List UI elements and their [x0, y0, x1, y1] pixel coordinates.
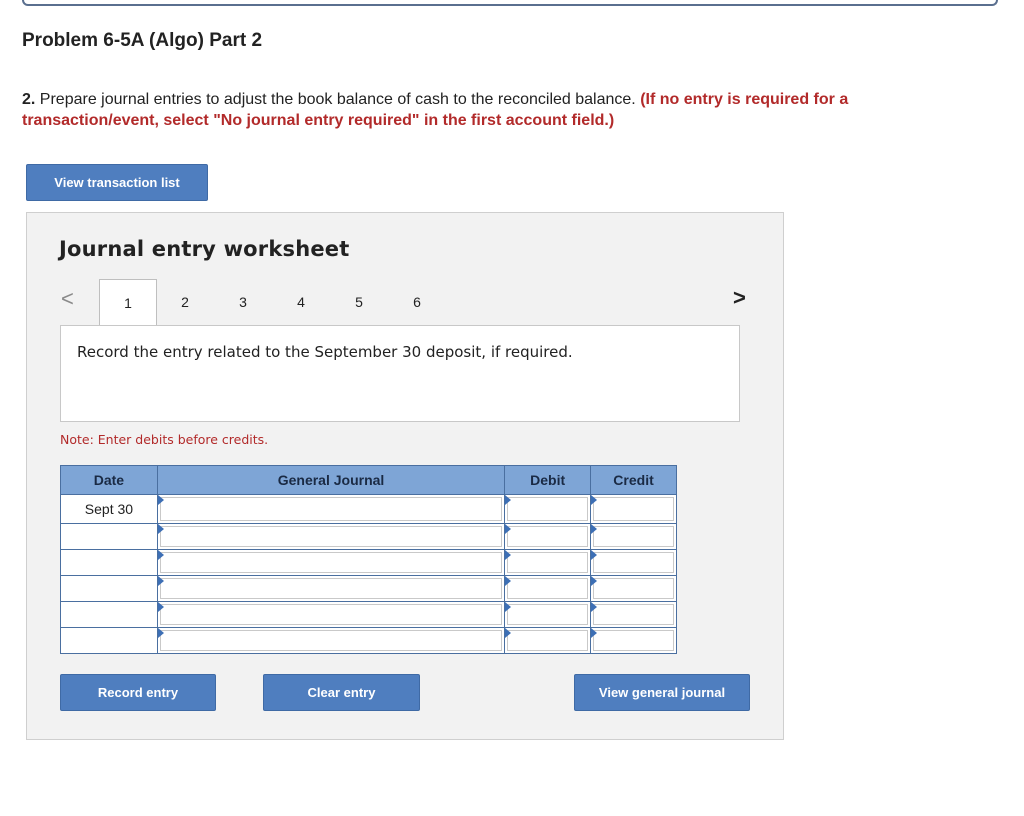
account-input[interactable]: [159, 497, 503, 521]
previous-arrow-icon[interactable]: <: [61, 286, 74, 312]
dropdown-marker-icon: [591, 628, 598, 638]
next-arrow-icon[interactable]: >: [733, 285, 746, 311]
debit-cell[interactable]: [504, 627, 592, 654]
instruction-number: 2.: [22, 91, 36, 108]
dropdown-marker-icon: [505, 524, 512, 534]
credit-input[interactable]: [593, 630, 674, 651]
account-input[interactable]: [159, 578, 503, 599]
table-row: [60, 575, 677, 602]
instructions: 2. Prepare journal entries to adjust the…: [22, 89, 982, 131]
dropdown-marker-icon: [157, 602, 164, 612]
date-cell: [60, 601, 158, 628]
debit-input[interactable]: [507, 578, 589, 599]
account-input[interactable]: [159, 630, 503, 651]
top-frame: [22, 0, 998, 6]
clear-entry-button[interactable]: Clear entry: [263, 674, 420, 711]
debit-input[interactable]: [507, 497, 589, 521]
account-cell[interactable]: [156, 601, 506, 628]
dropdown-marker-icon: [505, 628, 512, 638]
dropdown-marker-icon: [505, 550, 512, 560]
journal-table: Date General Journal Debit Credit Sept 3…: [60, 465, 677, 654]
account-cell[interactable]: [156, 627, 506, 654]
record-entry-button[interactable]: Record entry: [60, 674, 216, 711]
tab-2[interactable]: 2: [156, 279, 214, 327]
dropdown-marker-icon: [505, 495, 512, 505]
date-cell: [60, 627, 158, 654]
dropdown-marker-icon: [505, 602, 512, 612]
date-cell: [60, 575, 158, 602]
account-cell[interactable]: [156, 494, 506, 524]
view-transaction-list-button[interactable]: View transaction list: [26, 164, 208, 201]
dropdown-marker-icon: [591, 495, 598, 505]
debit-cell[interactable]: [504, 601, 592, 628]
credit-cell[interactable]: [590, 601, 677, 628]
dropdown-marker-icon: [157, 628, 164, 638]
date-cell: [60, 523, 158, 550]
debit-input[interactable]: [507, 604, 589, 625]
dropdown-marker-icon: [505, 576, 512, 586]
account-input[interactable]: [159, 526, 503, 547]
dropdown-marker-icon: [591, 524, 598, 534]
credit-input[interactable]: [593, 497, 674, 521]
date-cell: [60, 549, 158, 576]
view-general-journal-button[interactable]: View general journal: [574, 674, 750, 711]
entry-description: Record the entry related to the Septembe…: [77, 343, 573, 361]
dropdown-marker-icon: [591, 602, 598, 612]
account-cell[interactable]: [156, 575, 506, 602]
dropdown-marker-icon: [157, 550, 164, 560]
debit-header: Debit: [504, 465, 592, 495]
account-cell[interactable]: [156, 523, 506, 550]
tab-4[interactable]: 4: [272, 279, 330, 327]
account-cell[interactable]: [156, 549, 506, 576]
credit-input[interactable]: [593, 552, 674, 573]
credit-header: Credit: [590, 465, 677, 495]
instruction-text: Prepare journal entries to adjust the bo…: [39, 91, 636, 108]
dropdown-marker-icon: [157, 576, 164, 586]
credit-cell[interactable]: [590, 494, 677, 524]
tab-3[interactable]: 3: [214, 279, 272, 327]
debit-cell[interactable]: [504, 549, 592, 576]
table-row: [60, 523, 677, 550]
credit-input[interactable]: [593, 578, 674, 599]
debit-input[interactable]: [507, 526, 589, 547]
debit-cell[interactable]: [504, 494, 592, 524]
dropdown-marker-icon: [157, 524, 164, 534]
date-cell: Sept 30: [60, 494, 158, 524]
credit-cell[interactable]: [590, 575, 677, 602]
debit-cell[interactable]: [504, 523, 592, 550]
credit-cell[interactable]: [590, 523, 677, 550]
table-row: Sept 30: [60, 494, 677, 524]
debit-credit-note: Note: Enter debits before credits.: [60, 432, 269, 447]
general-journal-header: General Journal: [156, 465, 506, 495]
dropdown-marker-icon: [591, 576, 598, 586]
tab-6[interactable]: 6: [388, 279, 446, 327]
dropdown-marker-icon: [157, 495, 164, 505]
journal-header-row: Date General Journal Debit Credit: [60, 465, 677, 495]
account-input[interactable]: [159, 604, 503, 625]
account-input[interactable]: [159, 552, 503, 573]
table-row: [60, 549, 677, 576]
debit-input[interactable]: [507, 552, 589, 573]
dropdown-marker-icon: [591, 550, 598, 560]
credit-cell[interactable]: [590, 549, 677, 576]
tab-1[interactable]: 1: [99, 279, 157, 328]
debit-input[interactable]: [507, 630, 589, 651]
page-title: Problem 6-5A (Algo) Part 2: [22, 30, 263, 51]
entry-description-box: Record the entry related to the Septembe…: [60, 325, 740, 422]
table-row: [60, 601, 677, 628]
date-header: Date: [60, 465, 158, 495]
table-row: [60, 627, 677, 654]
credit-cell[interactable]: [590, 627, 677, 654]
credit-input[interactable]: [593, 604, 674, 625]
debit-cell[interactable]: [504, 575, 592, 602]
tab-5[interactable]: 5: [330, 279, 388, 327]
worksheet-title: Journal entry worksheet: [59, 237, 350, 261]
credit-input[interactable]: [593, 526, 674, 547]
journal-entry-worksheet: Journal entry worksheet < 1 2 3 4 5 6 > …: [26, 212, 784, 740]
